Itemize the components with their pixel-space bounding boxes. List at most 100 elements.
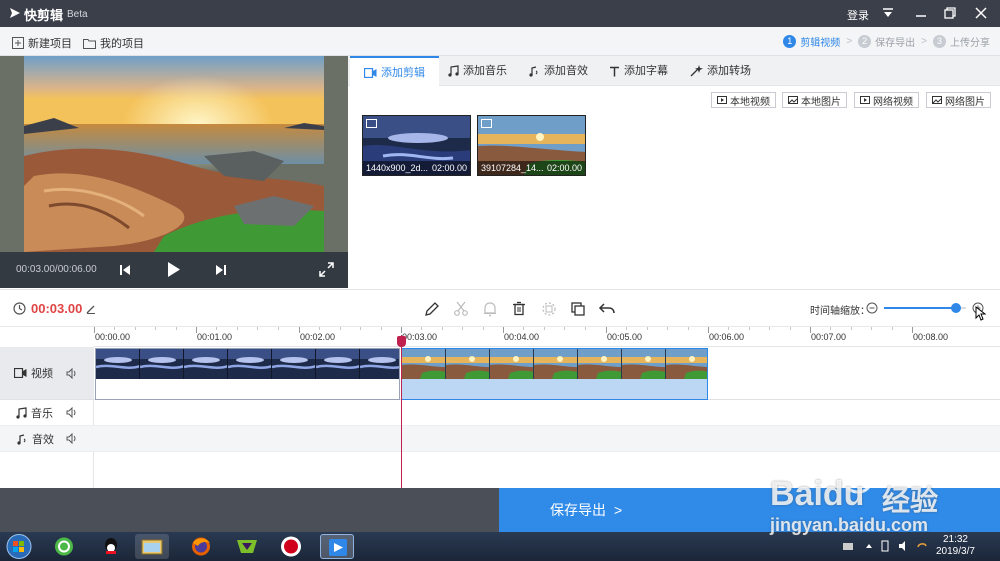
source-label: 本地图片 (801, 96, 841, 108)
close-icon[interactable] (973, 5, 989, 21)
scissors-icon[interactable] (452, 300, 470, 318)
ruler-minor-tick (155, 327, 156, 330)
ruler-minor-tick (176, 327, 177, 330)
zoom-slider-track[interactable] (884, 303, 966, 313)
restore-icon[interactable] (942, 5, 958, 21)
fullscreen-icon[interactable] (319, 262, 334, 277)
crop-icon[interactable] (540, 300, 558, 318)
tab-add-sound-effect[interactable]: 添加音效 (514, 56, 602, 86)
chevron-right-icon: > (846, 36, 853, 47)
ruler-minor-tick (360, 327, 361, 330)
taskbar-explorer-icon[interactable] (135, 534, 169, 559)
save-export-label: 保存导出 (550, 502, 606, 518)
trash-icon[interactable] (510, 300, 528, 318)
tab-add-music[interactable]: 添加音乐 (434, 56, 521, 86)
video-icon (14, 368, 27, 378)
taskbar-video-app-icon[interactable] (230, 534, 264, 559)
zoom-slider-fill (884, 307, 956, 309)
my-projects-button[interactable]: 我的项目 (83, 35, 144, 51)
tab-label: 添加字幕 (624, 65, 668, 77)
plus-box-icon (12, 37, 24, 49)
track-name: 音效 (32, 433, 54, 446)
step-edit-video[interactable]: 1 剪辑视频 (783, 34, 840, 49)
timeline-empty-area (94, 452, 1000, 488)
new-project-button[interactable]: 新建项目 (12, 35, 72, 51)
thumb-caption: 1440x900_2d... 02:00.00 (363, 161, 470, 175)
image-file-icon (788, 96, 798, 104)
taskbar-recorder-icon[interactable] (274, 534, 308, 559)
play-icon[interactable] (167, 261, 181, 278)
video-icon (364, 67, 377, 78)
windows-start-icon[interactable] (4, 533, 34, 560)
ruler-minor-tick (442, 327, 443, 330)
tab-add-subtitle[interactable]: 添加字幕 (595, 56, 682, 86)
online-image-button[interactable]: 网络图片 (926, 92, 991, 108)
edit-time-icon[interactable] (86, 304, 96, 314)
image-badge-icon (481, 119, 492, 128)
local-video-button[interactable]: 本地视频 (711, 92, 776, 108)
step-save-export[interactable]: 2 保存导出 (858, 34, 915, 49)
copy-icon[interactable] (569, 300, 587, 318)
taskbar-kuaijianji-icon[interactable] (320, 534, 354, 559)
track-name: 音乐 (31, 407, 53, 420)
tray-device-icon[interactable] (880, 540, 890, 552)
playback-time: 00:03.00/00:06.00 (16, 264, 97, 275)
progress-steps: 1 剪辑视频 > 2 保存导出 > 3 上传分享 (783, 34, 990, 49)
timeline-toolbar: 00:03.00 时间轴缩放： (0, 289, 1000, 327)
ruler-minor-tick (257, 327, 258, 330)
thumb-caption: 39107284_14... 02:00.00 (478, 161, 585, 175)
next-frame-icon[interactable] (215, 263, 227, 277)
volume-icon[interactable] (66, 433, 78, 444)
ruler-minor-tick (892, 327, 893, 330)
zoom-out-icon[interactable] (866, 302, 878, 314)
save-export-button[interactable]: 保存导出 > (499, 488, 1000, 532)
step-upload-share[interactable]: 3 上传分享 (933, 34, 990, 49)
bell-icon[interactable] (481, 300, 499, 318)
zoom-slider-handle[interactable] (951, 303, 961, 313)
source-label: 网络视频 (873, 96, 913, 108)
tab-label: 添加音乐 (463, 65, 507, 77)
local-image-button[interactable]: 本地图片 (782, 92, 847, 108)
menu-dropdown-icon[interactable] (880, 5, 896, 21)
volume-icon[interactable] (66, 367, 78, 379)
minimize-icon[interactable] (913, 5, 929, 21)
tray-network-icon[interactable] (842, 541, 854, 551)
ruler-minor-tick (114, 327, 115, 330)
login-link[interactable]: 登录 (847, 7, 869, 23)
ruler-minor-tick (278, 327, 279, 330)
volume-icon[interactable] (66, 407, 78, 418)
taskbar-firefox-icon[interactable] (184, 534, 218, 559)
music-track[interactable] (94, 400, 1000, 426)
media-thumb[interactable]: 39107284_14... 02:00.00 (477, 115, 586, 176)
taskbar-360-icon[interactable] (47, 534, 81, 559)
sound-effect-icon (529, 66, 538, 77)
player-controls: 00:03.00/00:06.00 (0, 252, 348, 288)
zoom-label: 时间轴缩放： (810, 306, 870, 317)
tray-expand-icon[interactable] (865, 542, 873, 550)
tab-add-clip[interactable]: 添加剪辑 (350, 56, 439, 87)
ruler-minor-tick (667, 327, 668, 330)
tab-label: 添加剪辑 (381, 66, 425, 79)
clock-icon (13, 302, 26, 315)
timeline: 00:00.00 00:01.00 00:02.00 00:03.00 00:04.00… (0, 327, 1000, 488)
previous-frame-icon[interactable] (119, 263, 131, 277)
system-clock[interactable]: 21:32 2019/3/7 (936, 534, 975, 558)
undo-icon[interactable] (598, 300, 616, 318)
playhead-handle[interactable] (397, 336, 406, 347)
online-video-button[interactable]: 网络视频 (854, 92, 919, 108)
video-clip[interactable] (95, 348, 400, 400)
ruler-tick-label: 00:08.00 (913, 332, 949, 342)
taskbar-qq-icon[interactable] (94, 534, 128, 559)
video-clip-selected[interactable] (401, 348, 708, 400)
media-thumb[interactable]: 1440x900_2d... 02:00.00 (362, 115, 471, 176)
sfx-track[interactable] (94, 426, 1000, 452)
time-ruler[interactable]: 00:00.00 00:01.00 00:02.00 00:03.00 00:04.00… (94, 327, 1000, 347)
tab-add-transition[interactable]: 添加转场 (676, 56, 765, 86)
tray-sync-icon[interactable] (916, 541, 928, 551)
tray-volume-icon[interactable] (898, 540, 910, 552)
ruler-minor-tick (544, 327, 545, 330)
step-number: 2 (858, 35, 872, 48)
bottom-bar: 保存导出 > (0, 488, 1000, 532)
pencil-icon[interactable] (423, 300, 441, 318)
thumb-duration: 02:00.00 (546, 163, 582, 173)
